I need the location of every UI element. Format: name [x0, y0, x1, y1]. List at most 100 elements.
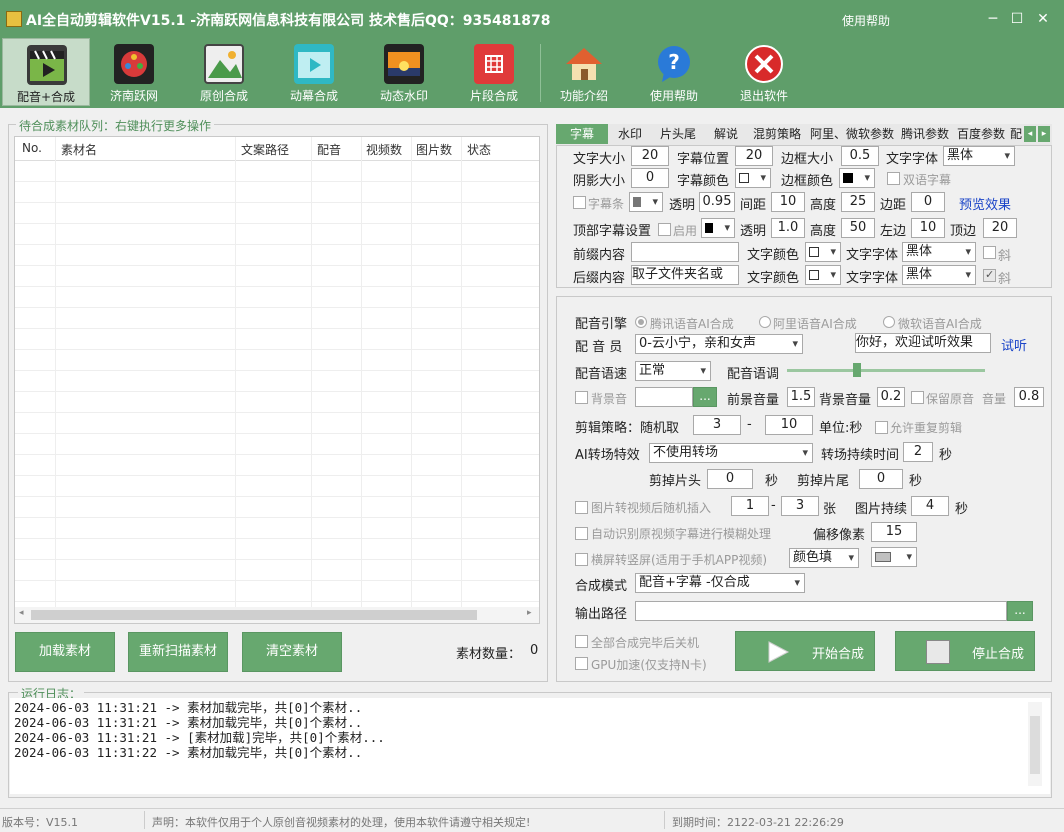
mode-select[interactable]: 配音+字幕 -仅合成 — [635, 573, 805, 593]
tab-narration[interactable]: 解说 — [706, 124, 746, 144]
engine-tencent-radio[interactable] — [635, 316, 647, 328]
font-select[interactable]: 黑体 — [943, 146, 1015, 166]
engine-ali-radio[interactable] — [759, 316, 771, 328]
back-volume-input[interactable]: 0.2 — [877, 387, 905, 407]
scroll-left-icon[interactable]: ◂ — [19, 608, 24, 618]
toolbar-motion[interactable]: 动幕合成 — [270, 38, 358, 106]
col-video-count[interactable]: 视频数 — [366, 141, 402, 158]
bgm-checkbox[interactable] — [575, 391, 588, 404]
tab-mix-strategy[interactable]: 混剪策略 — [748, 124, 806, 144]
engine-ms-radio[interactable] — [883, 316, 895, 328]
col-status[interactable]: 状态 — [467, 141, 491, 158]
toolbar-jinan[interactable]: 济南跃网 — [90, 38, 178, 106]
transition-duration-input[interactable]: 2 — [903, 442, 933, 462]
start-compose-button[interactable]: 开始合成 — [735, 631, 875, 671]
toolbar-watermark[interactable]: 动态水印 — [360, 38, 448, 106]
maximize-icon[interactable]: ☐ — [1006, 8, 1028, 30]
alpha-input[interactable]: 0.95 — [699, 192, 735, 212]
shutdown-checkbox[interactable] — [575, 635, 588, 648]
image-insert-checkbox[interactable] — [575, 501, 588, 514]
log-area[interactable]: 2024-06-03 11:31:21 -> 素材加载完毕，共[0]个素材.. … — [10, 698, 1050, 794]
scroll-right-icon[interactable]: ▸ — [527, 608, 532, 618]
top-height-input[interactable]: 50 — [841, 218, 875, 238]
transition-select[interactable]: 不使用转场 — [649, 443, 813, 463]
suffix-italic-checkbox[interactable] — [983, 268, 996, 282]
border-color-picker[interactable] — [839, 168, 875, 188]
tab-scroll-left-icon[interactable]: ◂ — [1024, 126, 1036, 142]
prefix-color-picker[interactable] — [805, 242, 841, 262]
blur-checkbox[interactable] — [575, 527, 588, 540]
tab-intro-outro[interactable]: 片头尾 — [652, 124, 704, 144]
top-alpha-input[interactable]: 1.0 — [771, 218, 805, 238]
preview-link[interactable]: 预览效果 — [959, 194, 1011, 213]
top-margin-input[interactable]: 20 — [983, 218, 1017, 238]
stop-compose-button[interactable]: 停止合成 — [895, 631, 1035, 671]
tab-scroll-right-icon[interactable]: ▸ — [1038, 126, 1050, 142]
top-enable-checkbox[interactable] — [658, 223, 671, 236]
margin-input[interactable]: 0 — [911, 192, 945, 212]
suffix-input[interactable]: 取子文件夹名或 — [631, 265, 739, 285]
gpu-checkbox[interactable] — [575, 657, 588, 670]
tab-ali-ms-params[interactable]: 阿里、微软参数 — [808, 124, 896, 144]
bar-color-picker[interactable] — [629, 192, 663, 212]
image-duration-input[interactable]: 4 — [911, 496, 949, 516]
suffix-color-picker[interactable] — [805, 265, 841, 285]
height-input[interactable]: 25 — [841, 192, 875, 212]
toolbar-intro[interactable]: 功能介绍 — [540, 38, 628, 106]
toolbar-help[interactable]: ? 使用帮助 — [630, 38, 718, 106]
speaker-select[interactable]: 0-云小宁，亲和女声 — [635, 334, 803, 354]
left-input[interactable]: 10 — [911, 218, 945, 238]
shadow-input[interactable]: 0 — [631, 168, 669, 188]
border-size-input[interactable]: 0.5 — [841, 146, 879, 166]
prefix-input[interactable] — [631, 242, 739, 262]
cut-tail-input[interactable]: 0 — [859, 469, 903, 489]
toolbar-dub-compose[interactable]: 配音+合成 — [2, 38, 90, 106]
suffix-font-select[interactable]: 黑体 — [902, 265, 976, 285]
minimize-icon[interactable]: ─ — [982, 8, 1004, 30]
tab-tencent-params[interactable]: 腾讯参数 — [898, 124, 952, 144]
tone-slider-track[interactable] — [787, 369, 985, 372]
queue-table[interactable]: No. 素材名 文案路径 配音 视频数 图片数 状态 ◂ ▸ — [14, 136, 540, 624]
fill-color-picker[interactable] — [871, 547, 917, 567]
bgm-browse-button[interactable]: ... — [693, 387, 717, 407]
output-path-input[interactable] — [635, 601, 1007, 621]
top-color-picker[interactable] — [701, 218, 735, 238]
font-size-input[interactable]: 20 — [631, 146, 669, 166]
clear-material-button[interactable]: 清空素材 — [242, 632, 342, 672]
image-max-input[interactable]: 3 — [781, 496, 819, 516]
col-no[interactable]: No. — [22, 141, 42, 155]
horizontal-scrollbar[interactable]: ◂ ▸ — [15, 607, 539, 623]
tab-overflow[interactable]: 配 — [1010, 124, 1022, 144]
toolbar-original[interactable]: 原创合成 — [180, 38, 268, 106]
toolbar-exit[interactable]: 退出软件 — [720, 38, 808, 106]
col-dub[interactable]: 配音 — [317, 141, 341, 158]
keep-original-checkbox[interactable] — [911, 391, 924, 404]
speed-select[interactable]: 正常 — [635, 361, 711, 381]
bilingual-checkbox[interactable] — [887, 172, 900, 185]
front-volume-input[interactable]: 1.5 — [787, 387, 815, 407]
prefix-font-select[interactable]: 黑体 — [902, 242, 976, 262]
output-browse-button[interactable]: ... — [1007, 601, 1033, 621]
spacing-input[interactable]: 10 — [771, 192, 805, 212]
rescan-button[interactable]: 重新扫描素材 — [128, 632, 228, 672]
col-name[interactable]: 素材名 — [61, 141, 97, 158]
original-volume-input[interactable]: 0.8 — [1014, 387, 1044, 407]
strategy-min-input[interactable]: 3 — [693, 415, 741, 435]
close-icon[interactable]: ✕ — [1032, 8, 1054, 30]
col-image-count[interactable]: 图片数 — [416, 141, 452, 158]
position-input[interactable]: 20 — [735, 146, 773, 166]
tab-subtitle[interactable]: 字幕 — [556, 124, 608, 144]
cut-head-input[interactable]: 0 — [707, 469, 753, 489]
strategy-max-input[interactable]: 10 — [765, 415, 813, 435]
image-min-input[interactable]: 1 — [731, 496, 769, 516]
col-script-path[interactable]: 文案路径 — [241, 141, 289, 158]
tab-watermark[interactable]: 水印 — [610, 124, 650, 144]
offset-input[interactable]: 15 — [871, 522, 917, 542]
allow-repeat-checkbox[interactable] — [875, 421, 888, 434]
bgm-path-input[interactable] — [635, 387, 693, 407]
fill-mode-select[interactable]: 颜色填 — [789, 548, 859, 568]
subtitle-color-picker[interactable] — [735, 168, 771, 188]
log-scrollbar-thumb[interactable] — [1030, 716, 1040, 774]
listen-link[interactable]: 试听 — [1001, 335, 1027, 354]
toolbar-segment[interactable]: 片段合成 — [450, 38, 538, 106]
